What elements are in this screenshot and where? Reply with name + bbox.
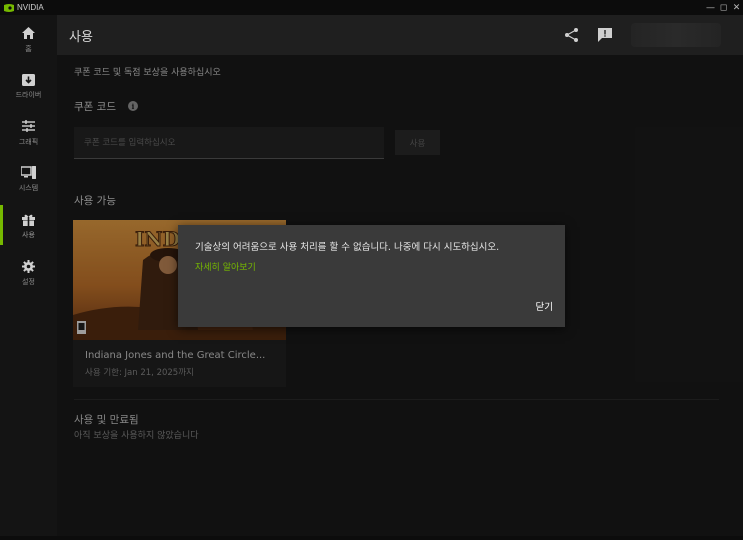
account-area[interactable] [631,23,721,47]
sidebar-item-label: 그래픽 [18,138,39,146]
dialog-close-button[interactable]: 닫기 [536,299,553,313]
sidebar-item-label: 설정 [22,278,35,286]
learn-more-link[interactable]: 자세히 알아보기 [195,260,256,273]
sidebar-item-label: 사용 [22,231,35,239]
sidebar-item-label: 시스템 [18,184,39,192]
feedback-icon[interactable] [597,27,613,43]
sidebar-item-home[interactable]: 홈 [0,21,57,61]
page-header: 사용 [57,15,743,55]
maximize-button[interactable]: ◻ [717,0,730,15]
sidebar-item-graphics[interactable]: 그래픽 [0,114,57,154]
gear-icon [21,258,37,274]
home-icon [21,25,37,41]
error-dialog: 기술상의 어려움으로 사용 처리를 할 수 없습니다. 나중에 다시 시도하십시… [178,225,565,327]
gift-icon [21,211,37,227]
dialog-message: 기술상의 어려움으로 사용 처리를 할 수 없습니다. 나중에 다시 시도하십시… [195,242,500,253]
sidebar-item-redeem[interactable]: 사용 [0,207,57,247]
close-window-button[interactable]: ✕ [730,0,743,15]
sidebar-item-settings[interactable]: 설정 [0,254,57,294]
sidebar-item-drivers[interactable]: 드라이버 [0,67,57,107]
sidebar-item-label: 드라이버 [15,91,42,99]
window-controls: — ◻ ✕ [704,0,743,15]
monitor-icon [21,164,37,180]
minimize-button[interactable]: — [704,0,717,15]
page-title: 사용 [69,30,93,45]
sidebar-item-label: 홈 [25,45,32,53]
title-bar: NVIDIA — ◻ ✕ [0,0,743,15]
sidebar: 홈 드라이버 그래픽 시스템 사용 설정 [0,15,57,540]
window-title: NVIDIA [17,3,44,12]
sidebar-item-system[interactable]: 시스템 [0,160,57,200]
nvidia-logo-icon [4,3,14,12]
driver-icon [21,71,37,87]
sliders-icon [21,118,37,134]
share-icon[interactable] [564,27,580,43]
window-bottom-edge [0,536,743,540]
